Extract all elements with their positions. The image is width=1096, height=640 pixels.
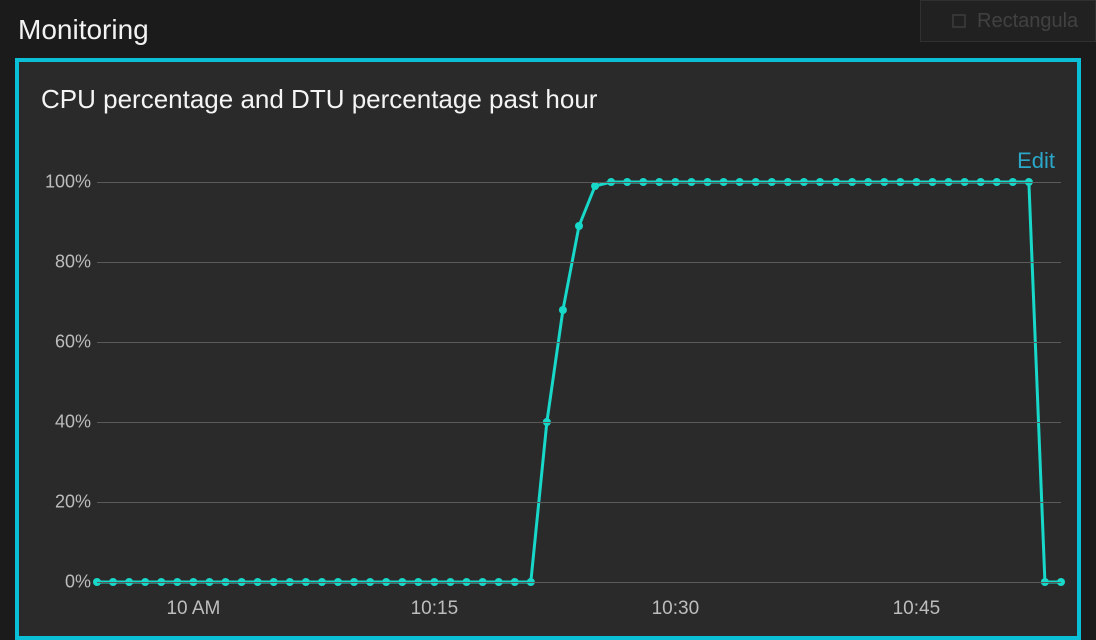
gridline (97, 342, 1061, 343)
chart-series (97, 182, 1061, 582)
gridline (97, 582, 1061, 583)
y-tick-label: 80% (35, 252, 91, 273)
chart-plot: 0%20%40%60%80%100%10 AM10:1510:3010:45 (35, 182, 1061, 632)
y-tick-label: 60% (35, 332, 91, 353)
plot-area (97, 182, 1061, 582)
chart-tile[interactable]: CPU percentage and DTU percentage past h… (15, 58, 1081, 640)
section-title: Monitoring (18, 14, 149, 46)
y-tick-label: 20% (35, 492, 91, 513)
crop-icon (951, 13, 967, 29)
edit-link[interactable]: Edit (1017, 148, 1055, 174)
gridline (97, 422, 1061, 423)
series-line (97, 182, 1061, 582)
data-point (575, 222, 583, 230)
gridline (97, 262, 1061, 263)
gridline (97, 182, 1061, 183)
x-tick-label: 10:15 (411, 598, 459, 620)
x-tick-label: 10 AM (166, 598, 220, 620)
rectangular-snip-label: Rectangula (977, 10, 1078, 33)
x-tick-label: 10:30 (652, 598, 700, 620)
data-point (559, 306, 567, 314)
gridline (97, 502, 1061, 503)
y-tick-label: 0% (35, 572, 91, 593)
y-tick-label: 100% (35, 172, 91, 193)
data-point (591, 182, 599, 190)
chart-title: CPU percentage and DTU percentage past h… (41, 84, 597, 115)
x-tick-label: 10:45 (893, 598, 941, 620)
rectangular-snip-button[interactable]: Rectangula (920, 0, 1096, 42)
y-tick-label: 40% (35, 412, 91, 433)
